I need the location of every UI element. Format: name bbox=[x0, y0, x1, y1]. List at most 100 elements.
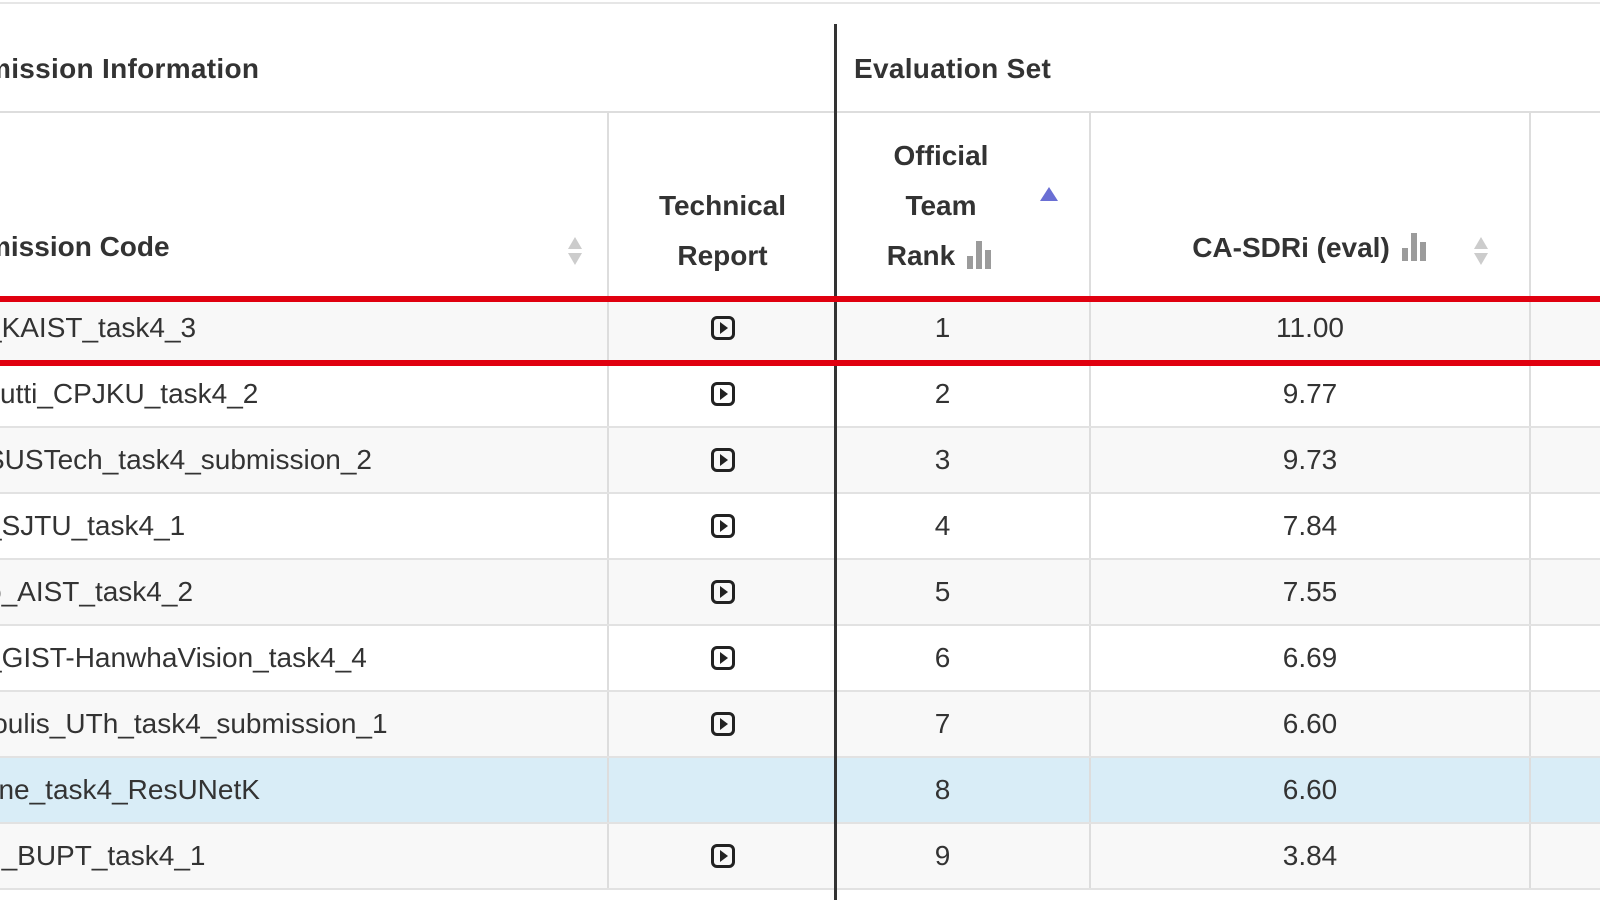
table-row: _SJTU_task4_1 4 7.84 bbox=[0, 494, 1600, 560]
play-document-icon[interactable] bbox=[710, 316, 735, 340]
table-row: ioulis_UTh_task4_submission_1 7 6.60 bbox=[0, 692, 1600, 758]
sort-unsorted-icon[interactable] bbox=[1474, 235, 1488, 269]
column-header-rank-line1: Official bbox=[893, 140, 989, 171]
table-row: g_BUPT_task4_1 9 3.84 bbox=[0, 824, 1600, 890]
table-row: SUSTech_task4_submission_2 3 9.73 bbox=[0, 428, 1600, 494]
technical-report-cell bbox=[609, 560, 836, 624]
column-header-report-line2: Report bbox=[677, 240, 768, 271]
submission-code-cell: _KAIST_task4_3 bbox=[0, 296, 609, 360]
ca-sdri-cell: 9.73 bbox=[1091, 428, 1531, 492]
rank-value: 2 bbox=[934, 378, 951, 409]
technical-report-cell bbox=[609, 362, 836, 426]
group-header-submission: mission Information bbox=[0, 26, 834, 111]
ca-sdri-value: 11.00 bbox=[1276, 312, 1344, 343]
submission-code-cell: g_BUPT_task4_1 bbox=[0, 824, 609, 888]
ca-sdri-cell: 6.60 bbox=[1091, 758, 1531, 822]
submission-code-cell: SUSTech_task4_submission_2 bbox=[0, 428, 609, 492]
submission-code: o_AIST_task4_2 bbox=[0, 576, 194, 607]
play-document-icon[interactable] bbox=[710, 712, 735, 736]
ca-sdri-value: 6.60 bbox=[1282, 708, 1338, 739]
rank-cell: 3 bbox=[836, 428, 1091, 492]
submission-code-cell: o_AIST_task4_2 bbox=[0, 560, 609, 624]
rank-cell: 5 bbox=[836, 560, 1091, 624]
bar-chart-icon[interactable] bbox=[965, 239, 995, 269]
rank-cell: 1 bbox=[836, 296, 1091, 360]
table-row-baseline: line_task4_ResUNetK 8 6.60 bbox=[0, 758, 1600, 824]
group-divider bbox=[834, 24, 837, 900]
ca-sdri-value: 6.69 bbox=[1282, 642, 1338, 673]
rank-value: 8 bbox=[934, 774, 951, 805]
results-table-view: mission Information Evaluation Set missi… bbox=[0, 0, 1600, 900]
rank-cell: 4 bbox=[836, 494, 1091, 558]
column-header-row: mission Code Technical Report Official T… bbox=[0, 111, 1600, 296]
ca-sdri-cell: 9.77 bbox=[1091, 362, 1531, 426]
column-header-submission-code[interactable]: mission Code bbox=[0, 111, 609, 296]
column-header-submission-code-label: mission Code bbox=[0, 231, 170, 262]
column-header-rank-line2: Team bbox=[905, 190, 977, 221]
submission-code-cell: line_task4_ResUNetK bbox=[0, 758, 609, 822]
rank-cell: 9 bbox=[836, 824, 1091, 888]
rank-value: 5 bbox=[934, 576, 951, 607]
rank-cell: 2 bbox=[836, 362, 1091, 426]
ca-sdri-cell: 11.00 bbox=[1091, 296, 1531, 360]
submission-code-cell: _GIST-HanwhaVision_task4_4 bbox=[0, 626, 609, 690]
play-document-icon[interactable] bbox=[710, 382, 735, 406]
table-row: _KAIST_task4_3 1 11.00 bbox=[0, 296, 1600, 362]
top-divider bbox=[0, 2, 1600, 4]
submission-code: _GIST-HanwhaVision_task4_4 bbox=[0, 642, 367, 673]
technical-report-cell bbox=[609, 824, 836, 888]
submission-code: SUSTech_task4_submission_2 bbox=[0, 444, 372, 475]
column-header-official-team-rank[interactable]: Official Team Rank bbox=[836, 111, 1091, 296]
play-document-icon[interactable] bbox=[710, 844, 735, 868]
rank-value: 7 bbox=[934, 708, 951, 739]
column-header-report-line1: Technical bbox=[658, 190, 787, 221]
submission-code: line_task4_ResUNetK bbox=[0, 774, 260, 805]
rank-value: 1 bbox=[934, 312, 951, 343]
table-body: _KAIST_task4_3 1 11.00 cutti_CPJKU_task4… bbox=[0, 296, 1600, 890]
rank-cell: 6 bbox=[836, 626, 1091, 690]
ca-sdri-value: 9.77 bbox=[1282, 378, 1338, 409]
group-header-evaluation-label: Evaluation Set bbox=[854, 52, 1052, 84]
column-header-ca-sdri[interactable]: CA-SDRi (eval) bbox=[1091, 111, 1531, 296]
play-document-icon[interactable] bbox=[710, 448, 735, 472]
sort-ascending-icon[interactable] bbox=[1040, 187, 1058, 201]
column-header-ca-sdri-label: CA-SDRi (eval) bbox=[1192, 232, 1390, 263]
technical-report-cell bbox=[609, 626, 836, 690]
sort-unsorted-icon[interactable] bbox=[568, 235, 582, 269]
submission-code-cell: cutti_CPJKU_task4_2 bbox=[0, 362, 609, 426]
table-row: cutti_CPJKU_task4_2 2 9.77 bbox=[0, 362, 1600, 428]
technical-report-cell bbox=[609, 296, 836, 360]
submission-code-cell: ioulis_UTh_task4_submission_1 bbox=[0, 692, 609, 756]
submission-code: _KAIST_task4_3 bbox=[0, 312, 197, 343]
submission-code: g_BUPT_task4_1 bbox=[0, 840, 206, 871]
technical-report-cell bbox=[609, 758, 836, 822]
ca-sdri-cell: 6.69 bbox=[1091, 626, 1531, 690]
rank-value: 6 bbox=[934, 642, 951, 673]
ca-sdri-value: 6.60 bbox=[1282, 774, 1338, 805]
ca-sdri-cell: 3.84 bbox=[1091, 824, 1531, 888]
ca-sdri-cell: 7.55 bbox=[1091, 560, 1531, 624]
ca-sdri-value: 9.73 bbox=[1282, 444, 1338, 475]
rank-value: 9 bbox=[934, 840, 951, 871]
group-header-submission-label: mission Information bbox=[0, 52, 260, 84]
submission-code: cutti_CPJKU_task4_2 bbox=[0, 378, 259, 409]
submission-code: _SJTU_task4_1 bbox=[0, 510, 186, 541]
ca-sdri-cell: 7.84 bbox=[1091, 494, 1531, 558]
column-header-technical-report: Technical Report bbox=[609, 111, 836, 296]
ca-sdri-cell: 6.60 bbox=[1091, 692, 1531, 756]
technical-report-cell bbox=[609, 692, 836, 756]
ca-sdri-value: 3.84 bbox=[1282, 840, 1338, 871]
play-document-icon[interactable] bbox=[710, 514, 735, 538]
bar-chart-icon[interactable] bbox=[1400, 231, 1430, 261]
rank-cell: 8 bbox=[836, 758, 1091, 822]
group-header-row: mission Information Evaluation Set bbox=[0, 26, 1600, 113]
column-header-rank-line3: Rank bbox=[886, 240, 956, 271]
rank-cell: 7 bbox=[836, 692, 1091, 756]
group-header-evaluation: Evaluation Set bbox=[836, 26, 1600, 111]
submission-code-cell: _SJTU_task4_1 bbox=[0, 494, 609, 558]
play-document-icon[interactable] bbox=[710, 580, 735, 604]
rank-value: 4 bbox=[934, 510, 951, 541]
play-document-icon[interactable] bbox=[710, 646, 735, 670]
technical-report-cell bbox=[609, 428, 836, 492]
technical-report-cell bbox=[609, 494, 836, 558]
